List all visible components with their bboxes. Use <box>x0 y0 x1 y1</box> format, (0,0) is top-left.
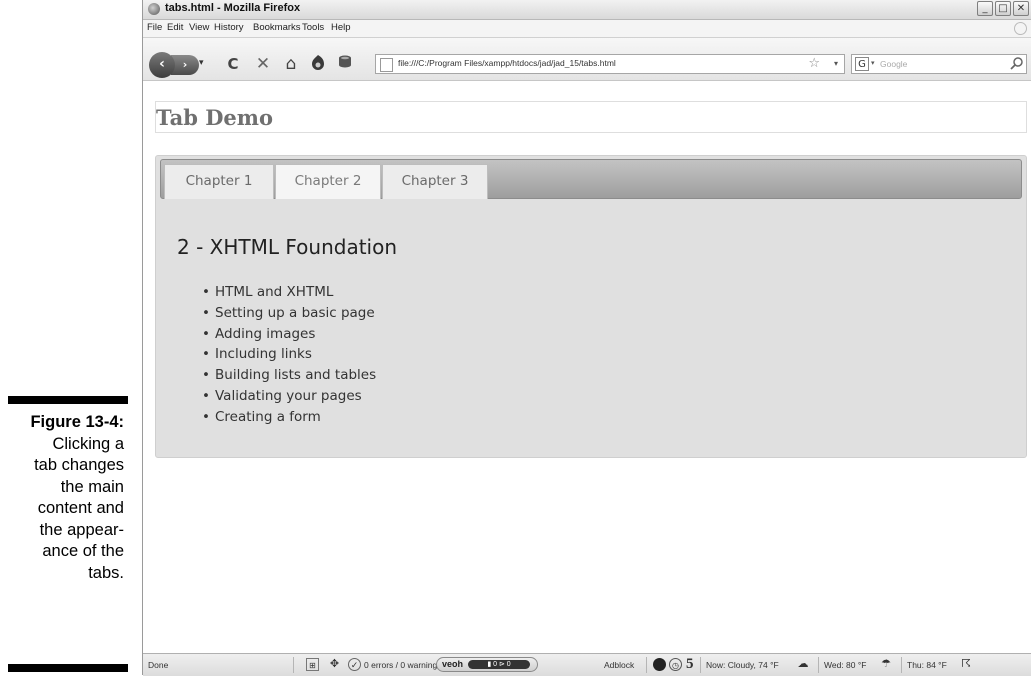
list-item: Building lists and tables <box>202 365 376 386</box>
menu-help[interactable]: Help <box>331 22 351 33</box>
reload-icon[interactable]: C <box>223 54 243 74</box>
dark-circle-icon[interactable] <box>653 658 666 671</box>
caption-line: Clicking a <box>52 434 124 453</box>
firefox-icon <box>148 3 160 15</box>
page-icon <box>380 58 393 72</box>
status-divider <box>818 657 819 673</box>
topic-list: HTML and XHTML Setting up a basic page A… <box>202 282 376 428</box>
caption-line: ance of the <box>42 542 124 560</box>
maximize-button[interactable]: □ <box>995 1 1011 16</box>
veoh-counter: ▮ 0 ⊳ 0 <box>468 660 530 669</box>
list-item: Setting up a basic page <box>202 303 376 324</box>
figure-label: Figure 13-4: <box>30 413 124 431</box>
title-bar: tabs.html - Mozilla Firefox _ □ ✕ <box>143 0 1031 20</box>
menu-tools[interactable]: Tools <box>302 22 324 33</box>
window-controls: _ □ ✕ <box>977 1 1029 16</box>
status-bar: Done ⊞ ✥ ✓ 0 errors / 0 warnings veoh ▮ … <box>143 653 1031 676</box>
tabs-widget: Chapter 1 Chapter 2 Chapter 3 2 - XHTML … <box>155 155 1027 458</box>
status-divider <box>646 657 647 673</box>
page-header: Tab Demo <box>155 101 1027 133</box>
extension-icon[interactable] <box>308 54 328 74</box>
throbber-icon <box>1014 22 1027 35</box>
page-title: Tab Demo <box>156 105 274 130</box>
forward-button[interactable]: › <box>171 55 199 75</box>
search-placeholder[interactable]: Google <box>880 59 907 69</box>
stop-icon[interactable]: ✕ <box>253 54 273 74</box>
magnifier-icon[interactable] <box>1010 56 1024 74</box>
list-item: Including links <box>202 344 376 365</box>
figure-caption: Figure 13-4: Clicking a tab changes the … <box>0 412 124 584</box>
validator-text[interactable]: 0 errors / 0 warnings <box>364 660 441 670</box>
veoh-widget[interactable]: veoh ▮ 0 ⊳ 0 <box>436 657 538 672</box>
caption-line: the appear- <box>39 520 124 539</box>
google-icon[interactable]: G <box>855 57 869 71</box>
caption-line: content and <box>37 499 124 517</box>
url-text[interactable]: file:///C:/Program Files/xampp/htdocs/ja… <box>398 58 616 68</box>
list-item: HTML and XHTML <box>202 282 376 303</box>
navigation-toolbar: › ‹ ▾ C ✕ ⌂ file:///C:/Program Files/xam… <box>143 38 1031 81</box>
window-title: tabs.html - Mozilla Firefox <box>165 2 301 14</box>
weather-thu: Thu: 84 °F <box>907 660 947 670</box>
screen-capture-icon[interactable]: ⊞ <box>306 658 319 671</box>
thunderstorm-icon: ☈ <box>961 658 971 670</box>
history-dropdown-icon[interactable]: ▾ <box>199 58 204 68</box>
menu-bar: File Edit View History Bookmarks Tools H… <box>143 20 1031 38</box>
minimize-button[interactable]: _ <box>977 1 993 16</box>
tab-chapter-2[interactable]: Chapter 2 <box>275 164 381 199</box>
list-item: Adding images <box>202 324 376 345</box>
counter-badge[interactable]: 5 <box>686 656 694 673</box>
validator-check-icon[interactable]: ✓ <box>348 658 361 671</box>
menu-history[interactable]: History <box>214 22 244 33</box>
clock-icon[interactable]: ◷ <box>669 658 682 671</box>
menu-view[interactable]: View <box>189 22 209 33</box>
caption-rule-bottom <box>8 664 128 672</box>
panel-title: 2 - XHTML Foundation <box>177 235 398 259</box>
weather-now: Now: Cloudy, 74 °F <box>706 660 779 670</box>
status-text: Done <box>148 660 169 670</box>
rain-cloud-icon: ☂ <box>881 658 891 670</box>
back-forward-group: › ‹ ▾ <box>149 52 207 78</box>
back-button[interactable]: ‹ <box>149 52 175 78</box>
status-divider <box>700 657 701 673</box>
tab-chapter-3[interactable]: Chapter 3 <box>382 164 488 199</box>
close-button[interactable]: ✕ <box>1013 1 1029 16</box>
database-icon[interactable] <box>335 54 355 74</box>
url-dropdown-icon[interactable]: ▾ <box>834 59 838 68</box>
veoh-logo: veoh <box>442 659 464 669</box>
adblock-label[interactable]: Adblock <box>604 660 634 670</box>
plugin-icon[interactable]: ✥ <box>328 658 341 671</box>
list-item: Creating a form <box>202 407 376 428</box>
weather-wed: Wed: 80 °F <box>824 660 867 670</box>
tab-panel: 2 - XHTML Foundation HTML and XHTML Sett… <box>156 200 1026 457</box>
search-engine-dropdown-icon[interactable]: ▾ <box>871 59 875 67</box>
menu-file[interactable]: File <box>147 22 162 33</box>
url-bar[interactable]: file:///C:/Program Files/xampp/htdocs/ja… <box>375 54 845 74</box>
caption-line: tabs. <box>88 563 124 582</box>
tab-chapter-1[interactable]: Chapter 1 <box>164 164 274 199</box>
status-divider <box>293 657 294 673</box>
cloud-icon: ☁ <box>797 658 809 670</box>
status-divider <box>901 657 902 673</box>
page-content: Tab Demo Chapter 1 Chapter 2 Chapter 3 2… <box>143 81 1031 653</box>
home-icon[interactable]: ⌂ <box>281 54 301 74</box>
browser-window: tabs.html - Mozilla Firefox _ □ ✕ File E… <box>142 0 1031 676</box>
list-item: Validating your pages <box>202 386 376 407</box>
bookmark-star-icon[interactable]: ☆ <box>808 56 820 71</box>
menu-edit[interactable]: Edit <box>167 22 183 33</box>
caption-rule-top <box>8 396 128 404</box>
menu-bookmarks[interactable]: Bookmarks <box>253 22 301 33</box>
search-box[interactable]: G ▾ Google <box>851 54 1027 74</box>
tab-strip: Chapter 1 Chapter 2 Chapter 3 <box>160 159 1022 199</box>
caption-line: the main <box>60 477 124 496</box>
caption-line: tab changes <box>34 456 124 474</box>
